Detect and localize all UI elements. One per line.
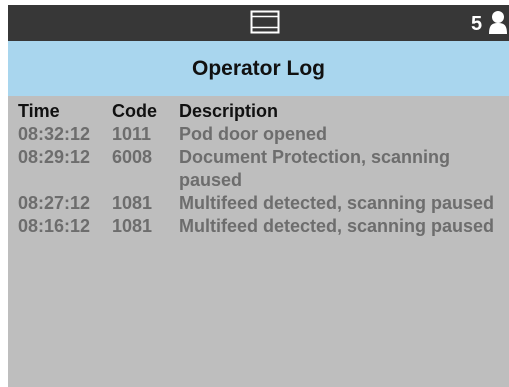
log-description: Multifeed detected, scanning paused [179, 193, 495, 213]
column-header-description: Description [179, 101, 279, 121]
log-time: 08:16:12 [18, 216, 91, 236]
scanner-icon[interactable] [250, 10, 280, 34]
operator-log-table: Time Code Description 08:32:12 1011 Pod … [18, 100, 509, 238]
user-count: 5 [471, 13, 483, 35]
log-code: 1081 [112, 216, 153, 236]
log-row[interactable]: 08:27:12 1081 Multifeed detected, scanni… [18, 192, 509, 215]
log-row[interactable]: 08:16:12 1081 Multifeed detected, scanni… [18, 215, 509, 238]
title-bar: Operator Log [8, 41, 509, 96]
log-row[interactable]: 08:32:12 1011 Pod door opened [18, 123, 509, 146]
operator-log-screen: 5 Operator Log Time Code Description 08:… [8, 5, 509, 387]
user-icon[interactable] [488, 10, 508, 34]
log-time: 08:27:12 [18, 193, 91, 213]
log-code: 1081 [112, 193, 153, 213]
log-description: Multifeed detected, scanning paused [179, 216, 495, 236]
log-code: 1011 [112, 124, 152, 144]
log-time: 08:29:12 [18, 147, 91, 167]
log-description: Pod door opened [179, 124, 327, 144]
log-row[interactable]: 08:29:12 6008 Document Protection, scann… [18, 146, 509, 192]
log-code: 6008 [112, 147, 153, 167]
column-header-time: Time [18, 101, 60, 121]
page-title: Operator Log [191, 57, 325, 80]
log-header-row: Time Code Description [18, 100, 509, 123]
column-header-code: Code [112, 101, 157, 121]
status-bar: 5 [8, 5, 509, 41]
log-time: 08:32:12 [18, 124, 91, 144]
log-description: Document Protection, scanning paused [179, 147, 451, 190]
